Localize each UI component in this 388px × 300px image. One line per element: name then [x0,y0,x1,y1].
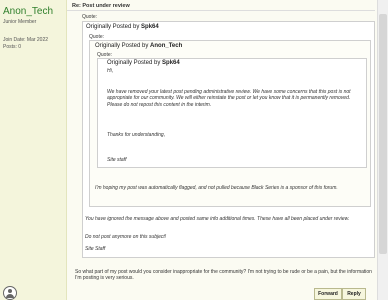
username-link[interactable]: Anon_Tech [3,6,53,17]
user-rank: Junior Member [3,19,37,25]
reply-button[interactable]: Reply [342,288,366,300]
quote-thanks: Thanks for understanding, [107,132,166,138]
quote-reply-text: I'm hoping my post was automatically fla… [95,185,338,191]
user-status-icon[interactable] [3,286,17,300]
user-panel: Anon_Tech Junior Member Join Date: Mar 2… [0,0,67,300]
quote-label: Quote: [82,14,98,20]
forward-button[interactable]: Forward [314,288,342,300]
quote-author-line: Originally Posted by Spk64 [86,24,159,30]
post-message: So what part of my post would you consid… [75,269,372,282]
title-divider [67,10,375,11]
quote-author[interactable]: Spk64 [141,24,159,30]
quote-box-inner [97,58,367,168]
post-count: Posts: 0 [3,44,22,50]
staff-notice: You have ignored the message above and p… [85,216,350,222]
quote-greeting: Hi, [107,68,114,74]
quote-author[interactable]: Spk64 [162,60,180,66]
join-date: Join Date: Mar 2022 [3,37,49,43]
post-body: Re: Post under review Quote: Originally … [67,0,388,300]
quote-by-prefix: Originally Posted by [107,60,163,66]
quote-by-prefix: Originally Posted by [95,43,151,49]
quote-body: We have removed your latest post pending… [107,89,351,108]
scrollbar-thumb[interactable] [379,14,387,254]
quote-by-prefix: Originally Posted by [86,24,142,30]
quote-author-line: Originally Posted by Spk64 [107,60,180,66]
scrollbar[interactable] [377,0,388,300]
staff-warning: Do not post anymore on this subject! [85,234,167,240]
quote-author-line: Originally Posted by Anon_Tech [95,43,182,49]
quote-signature: Site staff [107,157,127,163]
quote-author[interactable]: Anon_Tech [150,43,182,49]
staff-signature: Site Staff [85,246,106,252]
post-title: Re: Post under review [72,3,130,9]
